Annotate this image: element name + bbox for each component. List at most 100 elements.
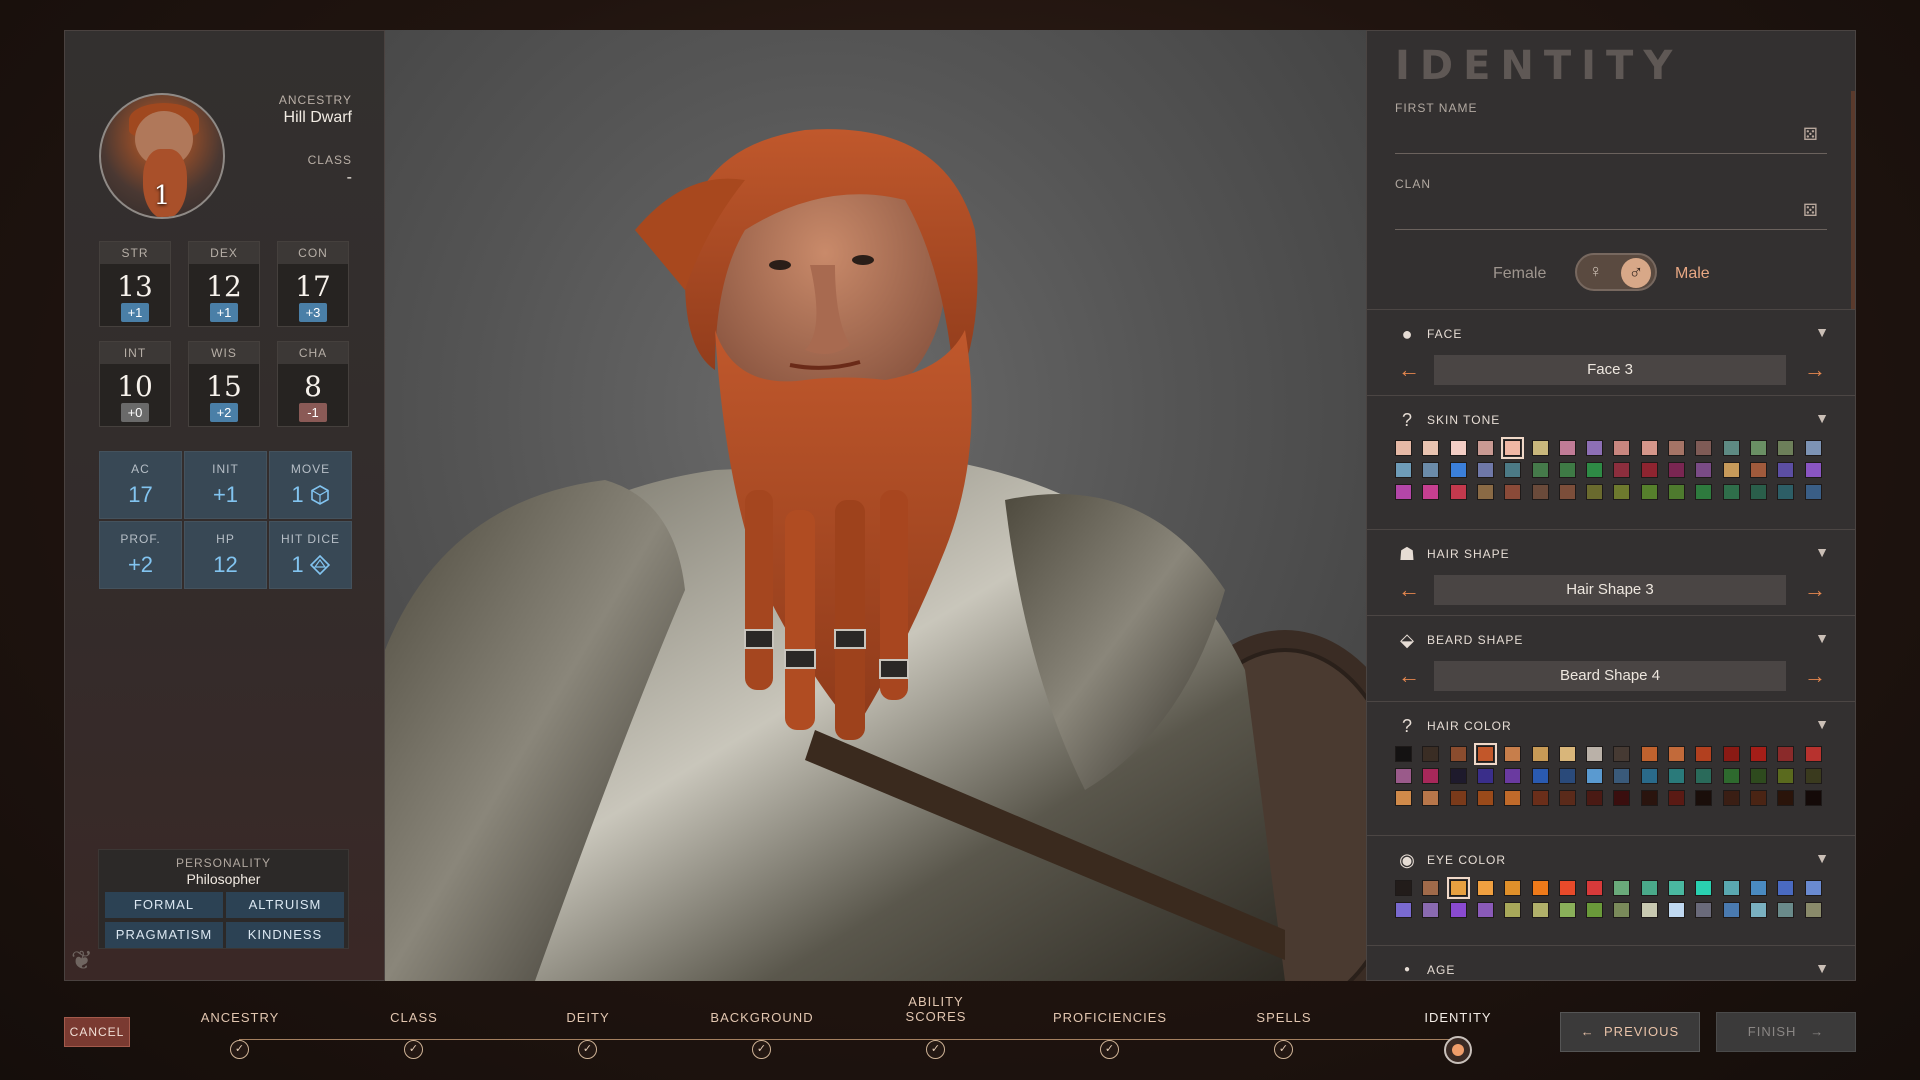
hair-color-swatch[interactable] bbox=[1531, 746, 1549, 762]
skin-tone-swatch[interactable] bbox=[1449, 484, 1467, 500]
eye-color-swatch[interactable] bbox=[1804, 902, 1822, 918]
chevron-down-icon[interactable]: ▼ bbox=[1815, 630, 1829, 646]
hair-color-swatch[interactable] bbox=[1640, 768, 1658, 784]
hair-color-header[interactable]: ? HAIR COLOR ▼ bbox=[1395, 714, 1829, 738]
hair-color-swatch[interactable] bbox=[1668, 790, 1685, 806]
eye-color-swatch[interactable] bbox=[1446, 877, 1470, 899]
eye-color-swatch[interactable] bbox=[1640, 902, 1658, 918]
hair-color-swatch[interactable] bbox=[1395, 746, 1412, 762]
eye-color-swatch[interactable] bbox=[1613, 880, 1631, 896]
skin-tone-swatch[interactable] bbox=[1695, 440, 1713, 456]
skin-tone-swatch[interactable] bbox=[1695, 462, 1713, 478]
hair-color-swatch[interactable] bbox=[1449, 768, 1467, 784]
face-header[interactable]: ● FACE ▼ bbox=[1395, 322, 1829, 346]
eye-color-swatch[interactable] bbox=[1504, 902, 1522, 918]
skin-tone-swatch[interactable] bbox=[1777, 440, 1795, 456]
chevron-down-icon[interactable]: ▼ bbox=[1815, 960, 1829, 976]
arrow-right-icon[interactable]: → bbox=[1801, 356, 1829, 384]
eye-color-swatch[interactable] bbox=[1531, 902, 1549, 918]
skin-tone-swatch[interactable] bbox=[1586, 462, 1604, 478]
eye-color-swatch[interactable] bbox=[1504, 880, 1522, 896]
skin-tone-swatch[interactable] bbox=[1668, 440, 1685, 456]
skin-tone-swatch[interactable] bbox=[1449, 462, 1467, 478]
hair-color-swatch[interactable] bbox=[1476, 768, 1494, 784]
step-background[interactable]: BACKGROUND ✓ bbox=[692, 1010, 832, 1059]
chevron-down-icon[interactable]: ▼ bbox=[1815, 716, 1829, 732]
hair-color-swatch[interactable] bbox=[1422, 768, 1440, 784]
eye-color-swatch[interactable] bbox=[1695, 880, 1713, 896]
randomize-dice-icon[interactable]: ⚄ bbox=[1803, 201, 1818, 221]
hair-color-swatch[interactable] bbox=[1531, 768, 1549, 784]
skin-tone-swatch[interactable] bbox=[1804, 484, 1822, 500]
skin-tone-swatch[interactable] bbox=[1640, 484, 1658, 500]
skin-tone-swatch[interactable] bbox=[1422, 440, 1440, 456]
hair-color-swatch[interactable] bbox=[1476, 790, 1494, 806]
eye-color-swatch[interactable] bbox=[1558, 902, 1576, 918]
female-label[interactable]: Female bbox=[1493, 265, 1546, 283]
step-deity[interactable]: DEITY ✓ bbox=[518, 1010, 658, 1059]
arrow-left-icon[interactable]: ← bbox=[1395, 576, 1423, 604]
hair-color-swatch[interactable] bbox=[1558, 746, 1576, 762]
skin-tone-swatch[interactable] bbox=[1749, 484, 1767, 500]
skin-tone-swatch[interactable] bbox=[1476, 440, 1494, 456]
eye-color-swatch[interactable] bbox=[1449, 902, 1467, 918]
hair-color-swatch[interactable] bbox=[1395, 768, 1412, 784]
hair-color-swatch[interactable] bbox=[1722, 790, 1740, 806]
hair-color-swatch[interactable] bbox=[1586, 768, 1604, 784]
cancel-button[interactable]: CANCEL bbox=[64, 1017, 130, 1047]
finish-button[interactable]: FINISH → bbox=[1716, 1012, 1856, 1052]
eye-color-swatch[interactable] bbox=[1476, 902, 1494, 918]
hair-color-swatch[interactable] bbox=[1558, 790, 1576, 806]
skin-tone-swatch[interactable] bbox=[1722, 462, 1740, 478]
hair-color-swatch[interactable] bbox=[1586, 790, 1604, 806]
eye-color-swatch[interactable] bbox=[1804, 880, 1822, 896]
eye-color-swatch[interactable] bbox=[1422, 902, 1440, 918]
skin-tone-swatch[interactable] bbox=[1558, 462, 1576, 478]
hair-color-swatch[interactable] bbox=[1749, 790, 1767, 806]
hair-color-swatch[interactable] bbox=[1804, 746, 1822, 762]
skin-tone-swatch[interactable] bbox=[1531, 440, 1549, 456]
hair-color-swatch[interactable] bbox=[1422, 790, 1440, 806]
skin-tone-swatch[interactable] bbox=[1613, 440, 1631, 456]
previous-button[interactable]: ← PREVIOUS bbox=[1560, 1012, 1700, 1052]
skin-tone-swatch[interactable] bbox=[1777, 484, 1795, 500]
eye-color-swatch[interactable] bbox=[1722, 902, 1740, 918]
skin-tone-swatch[interactable] bbox=[1640, 462, 1658, 478]
skin-tone-swatch[interactable] bbox=[1695, 484, 1713, 500]
skin-tone-swatch[interactable] bbox=[1749, 462, 1767, 478]
eye-color-swatch[interactable] bbox=[1613, 902, 1631, 918]
eye-color-swatch[interactable] bbox=[1422, 880, 1440, 896]
skin-tone-swatch[interactable] bbox=[1777, 462, 1795, 478]
hair-color-swatch[interactable] bbox=[1640, 746, 1658, 762]
skin-tone-swatch[interactable] bbox=[1613, 484, 1631, 500]
hair-color-swatch[interactable] bbox=[1613, 746, 1631, 762]
arrow-left-icon[interactable]: ← bbox=[1395, 662, 1423, 690]
chevron-down-icon[interactable]: ▼ bbox=[1815, 850, 1829, 866]
hair-shape-header[interactable]: ☗ HAIR SHAPE ▼ bbox=[1395, 542, 1829, 566]
eye-color-swatch[interactable] bbox=[1777, 880, 1795, 896]
skin-tone-swatch[interactable] bbox=[1531, 462, 1549, 478]
skin-tone-header[interactable]: ? SKIN TONE ▼ bbox=[1395, 408, 1829, 432]
eye-color-swatch[interactable] bbox=[1395, 880, 1412, 896]
eye-color-swatch[interactable] bbox=[1722, 880, 1740, 896]
hair-color-swatch[interactable] bbox=[1504, 746, 1522, 762]
hair-color-swatch[interactable] bbox=[1449, 790, 1467, 806]
skin-tone-swatch[interactable] bbox=[1395, 462, 1412, 478]
eye-color-swatch[interactable] bbox=[1749, 902, 1767, 918]
chevron-down-icon[interactable]: ▼ bbox=[1815, 544, 1829, 560]
skin-tone-swatch[interactable] bbox=[1640, 440, 1658, 456]
gender-toggle[interactable]: ♀ ♂ bbox=[1575, 253, 1657, 291]
hair-color-swatch[interactable] bbox=[1804, 790, 1822, 806]
hair-color-swatch[interactable] bbox=[1558, 768, 1576, 784]
hair-color-swatch[interactable] bbox=[1668, 746, 1685, 762]
eye-color-swatch[interactable] bbox=[1531, 880, 1549, 896]
skin-tone-swatch[interactable] bbox=[1668, 462, 1685, 478]
hair-color-swatch[interactable] bbox=[1422, 746, 1440, 762]
hair-color-swatch[interactable] bbox=[1695, 790, 1713, 806]
hair-color-swatch[interactable] bbox=[1449, 746, 1467, 762]
skin-tone-swatch[interactable] bbox=[1749, 440, 1767, 456]
skin-tone-swatch[interactable] bbox=[1558, 484, 1576, 500]
skin-tone-swatch[interactable] bbox=[1449, 440, 1467, 456]
skin-tone-swatch[interactable] bbox=[1395, 440, 1412, 456]
eye-color-swatch[interactable] bbox=[1695, 902, 1713, 918]
